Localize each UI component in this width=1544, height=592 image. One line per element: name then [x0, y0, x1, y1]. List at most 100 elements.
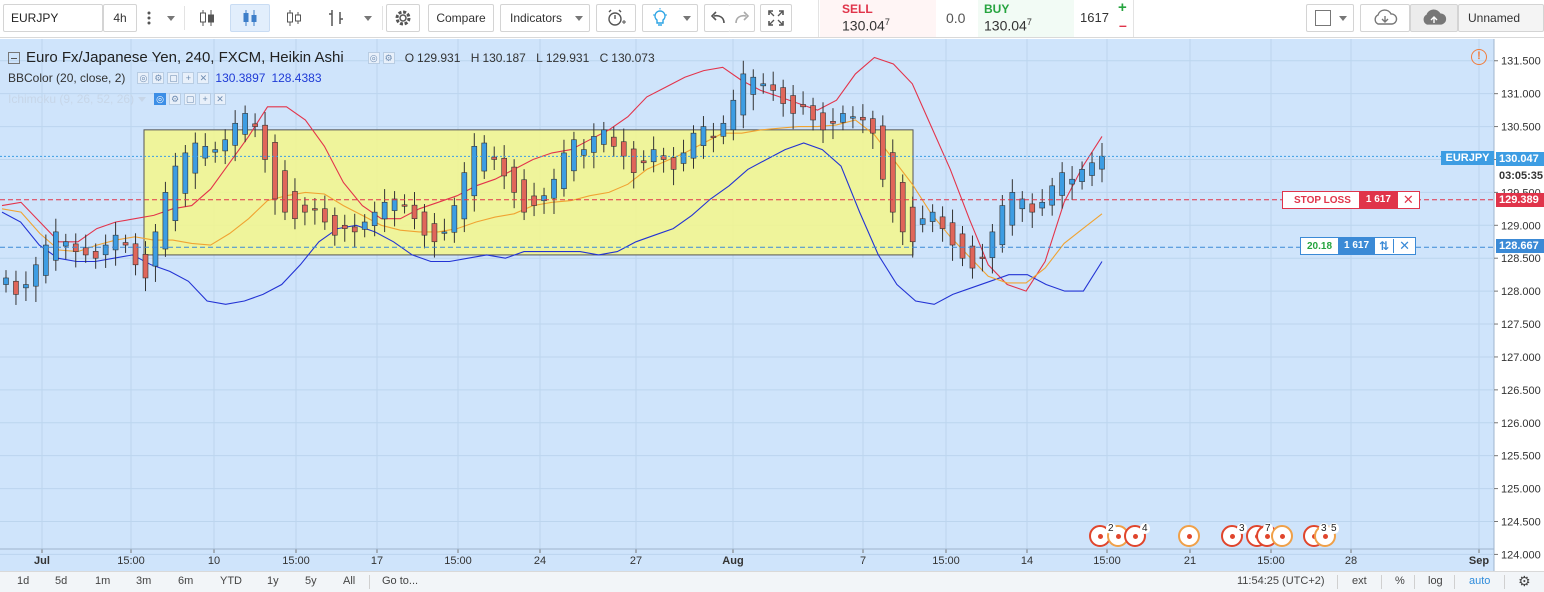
chevron-down-icon[interactable]	[138, 96, 147, 102]
candles-style-button[interactable]	[230, 4, 270, 32]
divider	[369, 575, 370, 589]
sell-button[interactable]: SELL 130.047	[820, 0, 936, 37]
undo-button[interactable]	[704, 4, 730, 32]
candle-body	[312, 208, 318, 211]
range-6m-button[interactable]: 6m	[178, 575, 193, 587]
candle-body	[62, 241, 69, 247]
candle-body	[122, 242, 129, 246]
position-order[interactable]: 20.18 1 617 ⇅ ✕	[1300, 237, 1417, 255]
warning-icon[interactable]: !	[1471, 49, 1487, 65]
candle-body	[142, 253, 149, 279]
interval-dropdown[interactable]: 4h	[103, 4, 137, 32]
range-5y-button[interactable]: 5y	[305, 575, 317, 587]
range-1y-button[interactable]: 1y	[267, 575, 279, 587]
symbol-search-input[interactable]: EURJPY	[3, 4, 103, 32]
bars-style-button[interactable]	[190, 4, 224, 32]
price-tick-label: 125.500	[1501, 451, 1541, 463]
chart-settings-gear-icon[interactable]: ⚙	[1518, 573, 1531, 590]
color-picker-button[interactable]	[1306, 4, 1354, 32]
candle-body	[870, 118, 876, 134]
chevron-down-icon	[167, 15, 175, 21]
source-icon[interactable]: ▢	[167, 72, 180, 84]
candle-body	[361, 221, 368, 230]
fullscreen-button[interactable]	[760, 4, 792, 32]
event-marker[interactable]	[1178, 525, 1200, 547]
eye-icon[interactable]: ◎	[367, 51, 380, 64]
candle-body	[800, 104, 806, 108]
collapse-legend-button[interactable]	[8, 51, 20, 64]
time-tick-label: 14	[1021, 555, 1033, 567]
quantity-field[interactable]: 1617	[1074, 0, 1114, 37]
eye-icon[interactable]: ◎	[137, 72, 150, 84]
divider	[1381, 575, 1382, 589]
range-ytd-button[interactable]: YTD	[220, 575, 242, 587]
cloud-load-button[interactable]	[1360, 4, 1410, 32]
stop-loss-close-button[interactable]: ✕	[1398, 192, 1419, 208]
candle-body	[670, 157, 677, 170]
position-close-button[interactable]: ✕	[1394, 238, 1415, 254]
bb-indicator-name[interactable]: BBColor (20, close, 2)	[8, 71, 125, 85]
extended-hours-toggle[interactable]: ext	[1352, 575, 1367, 587]
spread-value: 0.0	[946, 10, 966, 26]
candle-body	[92, 251, 99, 259]
buy-button[interactable]: BUY 130.047	[978, 0, 1074, 37]
legend-main-row: Euro Fx/Japanese Yen, 240, FXCM, Heikin …	[8, 49, 662, 66]
settings-icon[interactable]: ⚙	[382, 51, 395, 64]
clock[interactable]: 11:54:25 (UTC+2)	[1237, 575, 1325, 587]
candle-body	[182, 152, 189, 194]
event-marker[interactable]	[1271, 525, 1293, 547]
candle-body	[720, 122, 727, 137]
alert-button[interactable]	[596, 4, 636, 32]
ideas-button[interactable]	[642, 4, 698, 32]
indicators-button[interactable]: Indicators	[500, 4, 590, 32]
ichimoku-indicator-name[interactable]: Ichimoku (9, 26, 52, 26)	[8, 92, 134, 106]
close-icon[interactable]: ✕	[214, 93, 227, 105]
settings-button[interactable]	[386, 4, 420, 32]
price-tick-label: 129.000	[1501, 220, 1541, 232]
candle-body	[421, 211, 428, 236]
candle-body	[262, 124, 268, 160]
candle-body	[700, 126, 707, 146]
goto-button[interactable]: Go to...	[382, 575, 418, 587]
candle-body	[381, 201, 388, 220]
add-icon[interactable]: +	[199, 93, 212, 105]
close-icon[interactable]: ✕	[197, 72, 210, 84]
bars-button[interactable]	[318, 4, 354, 32]
settings-icon[interactable]: ⚙	[169, 93, 182, 105]
bar-countdown-label: 03:05:35	[1496, 169, 1544, 183]
range-1m-button[interactable]: 1m	[95, 575, 110, 587]
layout-name-dropdown[interactable]: Unnamed	[1458, 4, 1544, 32]
reverse-position-button[interactable]: ⇅	[1375, 239, 1395, 253]
interval-menu-button[interactable]	[137, 4, 161, 32]
range-5d-button[interactable]: 5d	[55, 575, 67, 587]
interval-caret-button[interactable]	[160, 4, 182, 32]
range-all-button[interactable]: All	[343, 575, 355, 587]
candles-icon	[200, 10, 214, 26]
divider	[184, 6, 185, 30]
candle-body	[282, 170, 288, 213]
source-icon[interactable]: ▢	[184, 93, 197, 105]
quantity-plus-button[interactable]: +	[1118, 0, 1127, 16]
hollow-candles-button[interactable]	[276, 4, 312, 32]
redo-button[interactable]	[729, 4, 755, 32]
compare-button[interactable]: Compare	[428, 4, 494, 32]
price-chart[interactable]: 131.500131.000130.500130.000129.500129.0…	[0, 39, 1544, 571]
chart-area[interactable]: 131.500131.000130.500130.000129.500129.0…	[0, 39, 1544, 571]
cloud-save-button[interactable]	[1410, 4, 1458, 32]
time-tick-label: 10	[208, 555, 220, 567]
candle-body	[979, 256, 986, 259]
stop-loss-order[interactable]: STOP LOSS 1 617 ✕	[1282, 191, 1420, 209]
percent-scale-toggle[interactable]: %	[1395, 575, 1405, 587]
candle-body	[501, 157, 507, 177]
range-1d-button[interactable]: 1d	[17, 575, 29, 587]
auto-scale-toggle[interactable]: auto	[1469, 575, 1490, 587]
log-scale-toggle[interactable]: log	[1428, 575, 1443, 587]
chart-type-caret-button[interactable]	[356, 4, 380, 32]
quantity-minus-button[interactable]: –	[1119, 17, 1127, 33]
candle-body	[770, 84, 777, 91]
divider	[382, 6, 383, 30]
range-3m-button[interactable]: 3m	[136, 575, 151, 587]
add-icon[interactable]: +	[182, 72, 195, 84]
settings-icon[interactable]: ⚙	[152, 72, 165, 84]
eye-off-icon[interactable]: ◎	[154, 93, 167, 105]
